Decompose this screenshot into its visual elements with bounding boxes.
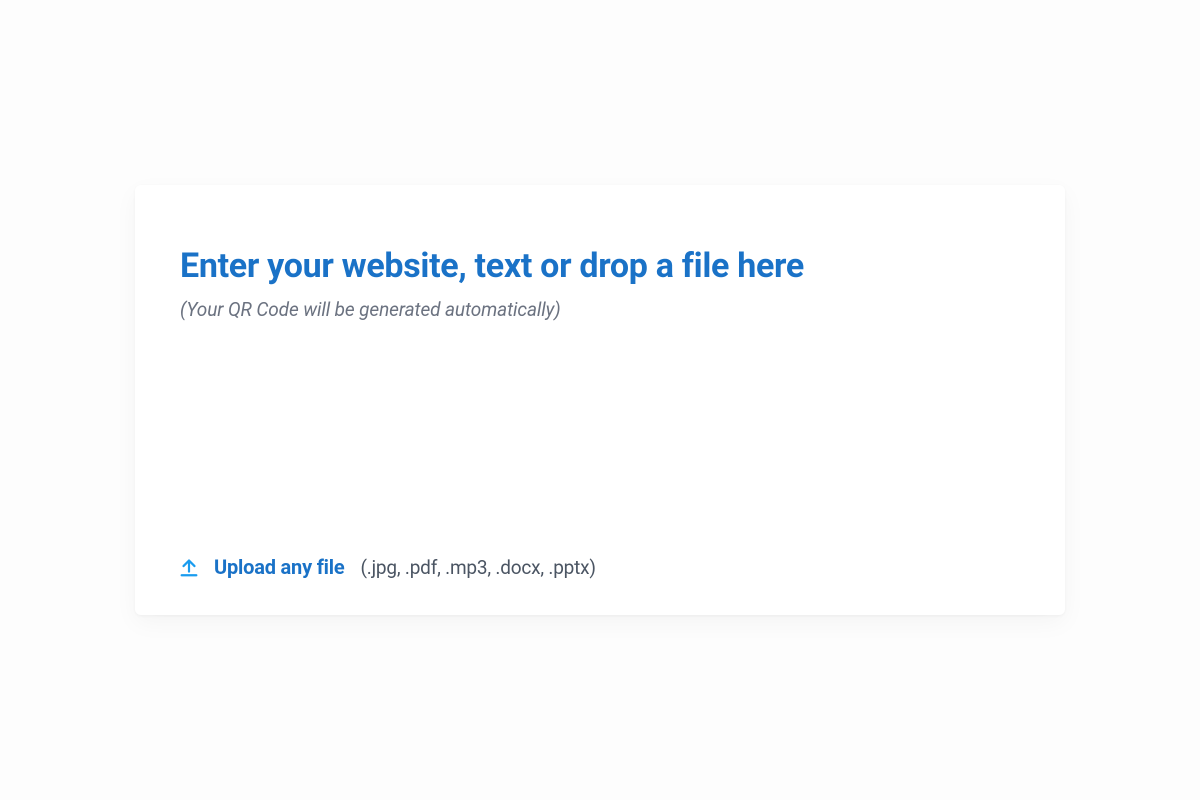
- upload-icon: [178, 556, 200, 578]
- content-input-area[interactable]: Enter your website, text or drop a file …: [180, 245, 1020, 543]
- input-placeholder-title: Enter your website, text or drop a file …: [180, 245, 1020, 288]
- upload-file-label: Upload any file: [214, 555, 344, 579]
- upload-file-hint: (.jpg, .pdf, .mp3, .docx, .pptx): [360, 556, 595, 579]
- upload-file-button[interactable]: Upload any file (.jpg, .pdf, .mp3, .docx…: [180, 543, 1020, 585]
- input-placeholder-subtitle: (Your QR Code will be generated automati…: [180, 298, 1020, 321]
- qr-input-card: Enter your website, text or drop a file …: [135, 185, 1065, 615]
